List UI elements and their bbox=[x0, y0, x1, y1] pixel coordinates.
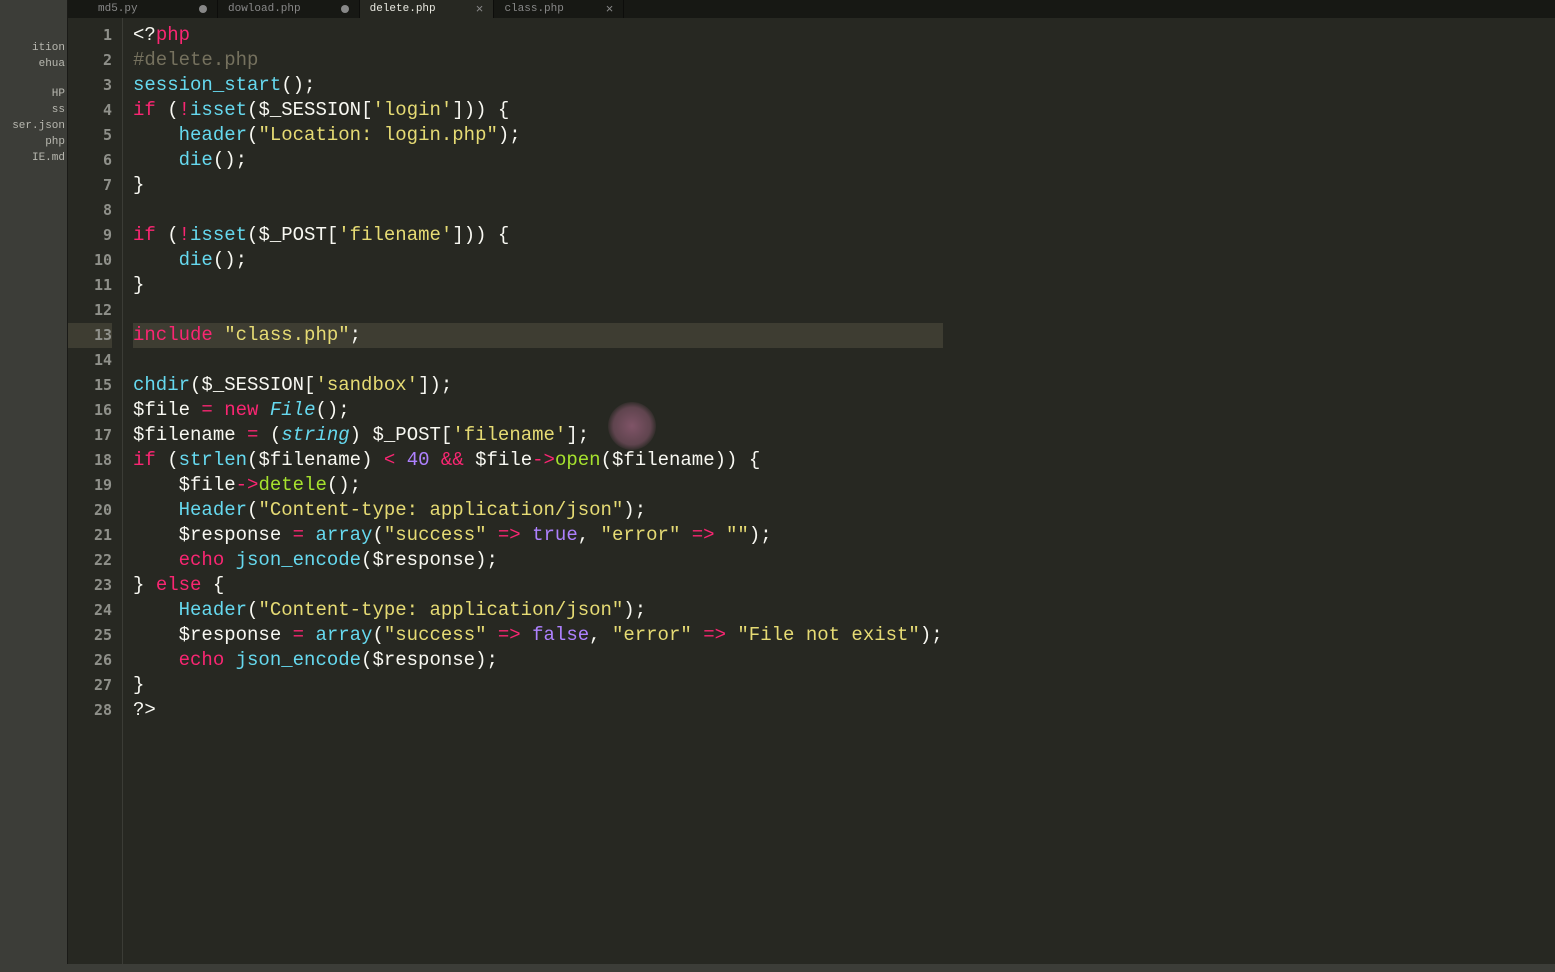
code-line[interactable]: echo json_encode($response); bbox=[133, 648, 943, 673]
line-number: 26 bbox=[68, 648, 112, 673]
line-number: 18 bbox=[68, 448, 112, 473]
line-number: 19 bbox=[68, 473, 112, 498]
code-line[interactable]: include "class.php"; bbox=[133, 323, 943, 348]
line-number: 11 bbox=[68, 273, 112, 298]
code-line[interactable]: $response = array("success" => false, "e… bbox=[133, 623, 943, 648]
line-number: 5 bbox=[68, 123, 112, 148]
status-bar bbox=[0, 964, 1555, 972]
code-line[interactable]: $filename = (string) $_POST['filename']; bbox=[133, 423, 943, 448]
sidebar-item[interactable]: php bbox=[0, 134, 67, 150]
code-line[interactable]: } bbox=[133, 173, 943, 198]
sidebar-item[interactable]: ehua bbox=[0, 56, 67, 72]
line-number: 6 bbox=[68, 148, 112, 173]
code-line[interactable]: die(); bbox=[133, 148, 943, 173]
code-line[interactable]: Header("Content-type: application/json")… bbox=[133, 498, 943, 523]
sidebar-item[interactable]: ser.json bbox=[0, 118, 67, 134]
code-line[interactable] bbox=[133, 348, 943, 373]
line-number: 3 bbox=[68, 73, 112, 98]
tab-md5-py[interactable]: md5.py bbox=[88, 0, 218, 18]
line-number: 8 bbox=[68, 198, 112, 223]
code-line[interactable]: if (strlen($filename) < 40 && $file->ope… bbox=[133, 448, 943, 473]
code-line[interactable]: header("Location: login.php"); bbox=[133, 123, 943, 148]
line-number: 15 bbox=[68, 373, 112, 398]
line-number: 1 bbox=[68, 23, 112, 48]
line-number: 28 bbox=[68, 698, 112, 723]
line-number: 20 bbox=[68, 498, 112, 523]
sidebar-item[interactable]: IE.md bbox=[0, 150, 67, 166]
file-tree-sidebar[interactable]: itionehua HPssser.jsonphpIE.md bbox=[0, 0, 68, 964]
sidebar-item[interactable]: ss bbox=[0, 102, 67, 118]
code-line[interactable] bbox=[133, 298, 943, 323]
line-number: 25 bbox=[68, 623, 112, 648]
code-line[interactable]: die(); bbox=[133, 248, 943, 273]
line-number: 21 bbox=[68, 523, 112, 548]
code-area[interactable]: <?php#delete.phpsession_start();if (!iss… bbox=[133, 18, 943, 964]
line-number: 7 bbox=[68, 173, 112, 198]
tab-label: delete.php bbox=[370, 3, 436, 15]
line-number-gutter: 1234567891011121314151617181920212223242… bbox=[68, 18, 123, 964]
code-line[interactable]: ?> bbox=[133, 698, 943, 723]
close-icon[interactable]: × bbox=[476, 2, 484, 17]
line-number: 27 bbox=[68, 673, 112, 698]
code-editor[interactable]: 1234567891011121314151617181920212223242… bbox=[68, 18, 1555, 964]
code-line[interactable]: Header("Content-type: application/json")… bbox=[133, 598, 943, 623]
tab-label: dowload.php bbox=[228, 3, 301, 15]
line-number: 10 bbox=[68, 248, 112, 273]
line-number: 22 bbox=[68, 548, 112, 573]
tab-dowload-php[interactable]: dowload.php bbox=[218, 0, 360, 18]
line-number: 12 bbox=[68, 298, 112, 323]
line-number: 17 bbox=[68, 423, 112, 448]
code-line[interactable]: $file->detele(); bbox=[133, 473, 943, 498]
close-icon[interactable]: × bbox=[606, 2, 614, 17]
line-number: 9 bbox=[68, 223, 112, 248]
code-line[interactable]: <?php bbox=[133, 23, 943, 48]
tab-delete-php[interactable]: delete.php × bbox=[360, 0, 495, 18]
code-line[interactable]: #delete.php bbox=[133, 48, 943, 73]
code-line[interactable]: } bbox=[133, 673, 943, 698]
code-line[interactable]: $file = new File(); bbox=[133, 398, 943, 423]
code-line[interactable]: echo json_encode($response); bbox=[133, 548, 943, 573]
line-number: 2 bbox=[68, 48, 112, 73]
tab-bar: md5.py dowload.php delete.php × class.php × bbox=[68, 0, 1555, 18]
code-line[interactable] bbox=[133, 198, 943, 223]
line-number: 16 bbox=[68, 398, 112, 423]
code-line[interactable]: session_start(); bbox=[133, 73, 943, 98]
sidebar-item[interactable]: HP bbox=[0, 86, 67, 102]
tab-label: md5.py bbox=[98, 3, 138, 15]
code-line[interactable]: if (!isset($_SESSION['login'])) { bbox=[133, 98, 943, 123]
code-line[interactable]: } bbox=[133, 273, 943, 298]
code-line[interactable]: chdir($_SESSION['sandbox']); bbox=[133, 373, 943, 398]
sidebar-item[interactable]: ition bbox=[0, 40, 67, 56]
line-number: 23 bbox=[68, 573, 112, 598]
line-number: 13 bbox=[68, 323, 112, 348]
line-number: 4 bbox=[68, 98, 112, 123]
unsaved-dot-icon bbox=[341, 5, 349, 13]
line-number: 24 bbox=[68, 598, 112, 623]
code-line[interactable]: } else { bbox=[133, 573, 943, 598]
line-number: 14 bbox=[68, 348, 112, 373]
unsaved-dot-icon bbox=[199, 5, 207, 13]
code-line[interactable]: $response = array("success" => true, "er… bbox=[133, 523, 943, 548]
tab-label: class.php bbox=[504, 3, 563, 15]
tab-class-php[interactable]: class.php × bbox=[494, 0, 624, 18]
code-line[interactable]: if (!isset($_POST['filename'])) { bbox=[133, 223, 943, 248]
